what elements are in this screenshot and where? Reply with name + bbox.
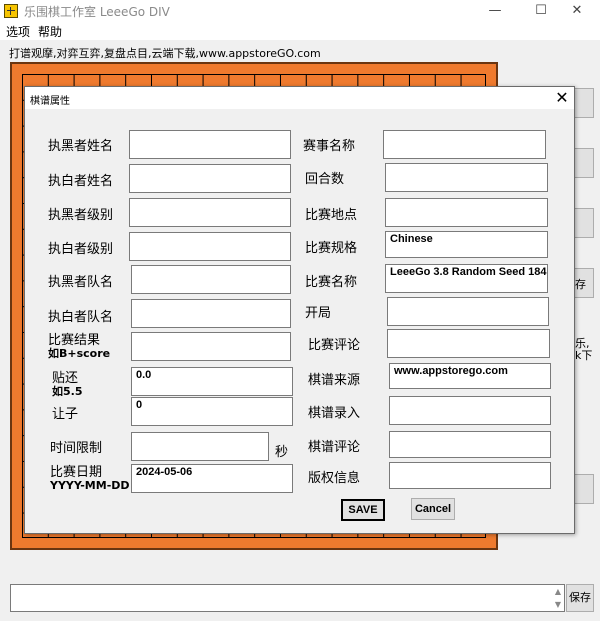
date-label: 比赛日期 YYYY-MM-DD [50,466,130,492]
result-hint: 如B+score [48,347,111,360]
place-label: 比赛地点 [305,208,358,223]
dialog-close-icon[interactable]: ✕ [552,88,572,108]
time-limit-field[interactable] [131,432,269,461]
dialog-save-button[interactable]: SAVE [341,499,385,521]
scroll-down-icon[interactable]: ▼ [552,598,564,611]
opening-field[interactable] [387,297,549,326]
event-name-field[interactable] [383,130,546,159]
annotation-label: 棋谱评论 [308,440,361,455]
game-comment-field[interactable] [387,329,550,358]
handicap-field[interactable]: 0 [131,397,293,426]
white-player-name-label: 执白者姓名 [48,174,114,189]
white-team-field[interactable] [131,299,291,328]
side-button[interactable] [572,208,594,238]
white-player-rank-label: 执白者级别 [48,242,114,257]
dialog-cancel-button[interactable]: Cancel [411,498,455,520]
black-player-rank-field[interactable] [129,198,291,227]
comment-input[interactable] [10,584,565,612]
info-line: 打谱观摩,对弈互弈,复盘点目,云端下载,www.appstoreGO.com [9,47,321,60]
source-field[interactable]: www.appstorego.com [389,363,551,389]
komi-field[interactable]: 0.0 [131,367,293,396]
copyright-label: 版权信息 [308,471,361,486]
menu-options[interactable]: 选项 [6,23,30,40]
komi-hint: 如5.5 [52,385,83,398]
game-comment-label: 比赛评论 [308,338,361,353]
menu-help[interactable]: 帮助 [38,23,62,40]
round-label: 回合数 [305,172,345,187]
handicap-label: 让子 [52,407,79,422]
app-icon [4,4,18,18]
game-name-label: 比赛名称 [305,275,358,290]
close-button[interactable]: ✕ [554,0,600,22]
black-player-name-field[interactable] [129,130,291,159]
recorder-label: 棋谱录入 [308,406,361,421]
comment-scrollbar[interactable]: ▲ ▼ [552,585,564,611]
menu-bar: 选项 帮助 [0,22,600,40]
time-limit-label: 时间限制 [50,441,103,456]
side-text-fragment: 乐, k下 [575,338,592,362]
recorder-field[interactable] [389,396,551,425]
date-label-text: 比赛日期 [50,465,103,480]
save-button[interactable]: 保存 [566,584,594,612]
title-bar: 乐围棋工作室 LeeeGo DIV — ☐ ✕ [0,0,600,22]
white-player-name-field[interactable] [129,164,291,193]
result-label-text: 比赛结果 [48,333,101,348]
copyright-field[interactable] [389,462,551,489]
window-title: 乐围棋工作室 LeeeGo DIV [24,5,170,19]
place-field[interactable] [385,198,548,227]
game-name-field[interactable]: LeeeGo 3.8 Random Seed 184 [385,264,548,293]
opening-label: 开局 [305,306,332,321]
game-properties-dialog: 棋谱属性 ✕ 执黑者姓名 执白者姓名 执黑者级别 执白者级别 执黑者队名 执白者… [24,86,575,534]
rules-label: 比赛规格 [305,241,358,256]
annotation-field[interactable] [389,431,551,458]
side-button[interactable] [572,474,594,504]
black-team-label: 执黑者队名 [48,275,114,290]
dialog-title: 棋谱属性 [30,96,70,107]
minimize-button[interactable]: — [472,0,518,22]
side-text-line: k下 [575,349,593,362]
time-unit-label: 秒 [275,445,289,460]
scroll-up-icon[interactable]: ▲ [552,585,564,598]
event-name-label: 赛事名称 [303,139,356,154]
side-button[interactable] [572,88,594,118]
result-label: 比赛结果 如B+score [48,334,110,360]
black-team-field[interactable] [131,265,291,294]
date-hint: YYYY-MM-DD [50,479,130,492]
rules-field[interactable]: Chinese [385,231,548,258]
komi-label: 贴还 如5.5 [52,372,83,398]
result-field[interactable] [131,332,291,361]
white-player-rank-field[interactable] [129,232,291,261]
side-button[interactable] [572,148,594,178]
source-label: 棋谱来源 [308,373,361,388]
black-player-name-label: 执黑者姓名 [48,139,114,154]
date-field[interactable]: 2024-05-06 [131,464,293,493]
komi-label-text: 贴还 [52,371,79,386]
side-button-label: 存 [575,278,586,291]
dialog-title-bar: 棋谱属性 ✕ [25,87,574,109]
black-player-rank-label: 执黑者级别 [48,208,114,223]
round-field[interactable] [385,163,548,192]
white-team-label: 执白者队名 [48,310,114,325]
